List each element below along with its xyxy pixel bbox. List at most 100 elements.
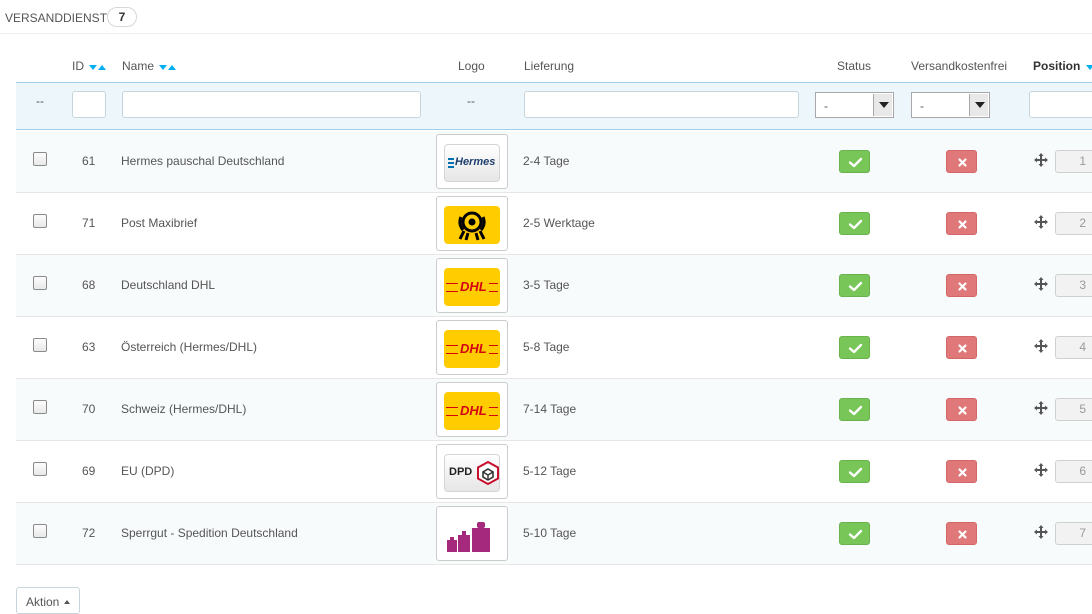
row-id: 68 [82, 278, 96, 292]
dpd-logo: DPD [444, 454, 500, 492]
drag-handle-icon[interactable] [1034, 215, 1048, 229]
column-logo: Logo [458, 59, 485, 73]
count-badge: 7 [107, 7, 137, 27]
free-shipping-disabled-button[interactable] [946, 398, 977, 421]
status-enabled-button[interactable] [839, 336, 870, 359]
cross-icon [947, 468, 978, 487]
row-id: 72 [82, 526, 96, 540]
caret-up-icon [64, 600, 70, 604]
table-row: 61 Hermes pauschal Deutschland Hermes 2-4 T… [16, 131, 1092, 193]
column-name-label: Name [122, 59, 155, 73]
row-name[interactable]: Sperrgut - Spedition Deutschland [121, 526, 298, 540]
drag-handle-icon[interactable] [1034, 339, 1048, 353]
row-name[interactable]: Schweiz (Hermes/DHL) [121, 402, 246, 416]
row-checkbox[interactable] [33, 400, 47, 414]
weights-icon [444, 516, 500, 554]
column-position[interactable]: Position [1033, 59, 1092, 74]
column-id[interactable]: ID [72, 59, 107, 74]
column-name[interactable]: Name [122, 59, 177, 74]
carrier-logo: DHL [436, 382, 508, 437]
status-filter-value: - [824, 99, 828, 113]
sort-desc-icon[interactable] [89, 65, 98, 71]
table-row: 70 Schweiz (Hermes/DHL) DHL 7-14 Tage 5 [16, 379, 1092, 441]
row-checkbox[interactable] [33, 152, 47, 166]
column-status: Status [837, 59, 872, 73]
status-enabled-button[interactable] [839, 274, 870, 297]
id-filter-input[interactable] [72, 91, 106, 118]
drag-handle-icon[interactable] [1034, 401, 1048, 415]
row-delivery: 5-12 Tage [523, 464, 577, 478]
dhl-logo-text: DHL [458, 279, 489, 294]
free-shipping-disabled-button[interactable] [946, 274, 977, 297]
row-checkbox[interactable] [33, 276, 47, 290]
chevron-down-icon[interactable] [873, 94, 892, 116]
dpd-logo-text: DPD [449, 466, 473, 478]
sort-desc-icon[interactable] [159, 65, 168, 71]
position-value: 1 [1055, 150, 1092, 173]
deutsche-post-horn-logo [444, 206, 500, 244]
row-name[interactable]: Post Maxibrief [121, 216, 197, 230]
row-checkbox[interactable] [33, 462, 47, 476]
row-id: 70 [82, 402, 96, 416]
row-checkbox[interactable] [33, 524, 47, 538]
hermes-logo: Hermes [444, 144, 500, 182]
row-delivery: 7-14 Tage [523, 402, 577, 416]
row-id: 61 [82, 154, 96, 168]
status-enabled-button[interactable] [839, 150, 870, 173]
free-shipping-disabled-button[interactable] [946, 212, 977, 235]
dhl-logo: DHL [444, 268, 500, 306]
carrier-logo [436, 196, 508, 251]
filter-row: -- -- - - [16, 82, 1092, 130]
sort-icons[interactable] [159, 60, 177, 74]
free-shipping-disabled-button[interactable] [946, 460, 977, 483]
carrier-logo [436, 506, 508, 561]
table-header: ID Name Logo Lieferung Status Versandkos… [16, 51, 1092, 81]
row-id: 63 [82, 340, 96, 354]
status-enabled-button[interactable] [839, 522, 870, 545]
cross-icon [947, 158, 978, 177]
drag-handle-icon[interactable] [1034, 153, 1048, 167]
name-filter-input[interactable] [122, 91, 421, 118]
row-id: 69 [82, 464, 96, 478]
cross-icon [947, 406, 978, 425]
table-row: 72 Sperrgut - Spedition Deutschland 5-10 T… [16, 503, 1092, 565]
carrier-logo: DHL [436, 320, 508, 375]
row-checkbox[interactable] [33, 214, 47, 228]
table-row: 63 Österreich (Hermes/DHL) DHL 5-8 Tage 4 [16, 317, 1092, 379]
chevron-down-icon[interactable] [969, 94, 988, 116]
bulk-action-button[interactable]: Aktion [16, 587, 80, 614]
drag-handle-icon[interactable] [1034, 277, 1048, 291]
free-shipping-disabled-button[interactable] [946, 150, 977, 173]
status-filter-select[interactable]: - [815, 92, 894, 118]
free-shipping-disabled-button[interactable] [946, 336, 977, 359]
sort-icons[interactable] [89, 60, 107, 74]
status-enabled-button[interactable] [839, 212, 870, 235]
column-free-shipping: Versandkostenfrei [911, 59, 1008, 73]
table-row: 69 EU (DPD) DPD 5-12 Tage 6 [16, 441, 1092, 503]
row-name[interactable]: EU (DPD) [121, 464, 174, 478]
delivery-filter-input[interactable] [524, 91, 799, 118]
column-delivery: Lieferung [524, 59, 575, 73]
check-icon [840, 467, 871, 487]
drag-handle-icon[interactable] [1034, 463, 1048, 477]
position-filter-input[interactable] [1029, 91, 1092, 118]
bulk-action-label: Aktion [26, 595, 60, 609]
free-shipping-filter-select[interactable]: - [911, 92, 990, 118]
free-shipping-filter-value: - [920, 99, 924, 113]
row-name[interactable]: Österreich (Hermes/DHL) [121, 340, 257, 354]
row-name[interactable]: Hermes pauschal Deutschland [121, 154, 284, 168]
row-name[interactable]: Deutschland DHL [121, 278, 215, 292]
row-checkbox[interactable] [33, 338, 47, 352]
free-shipping-disabled-button[interactable] [946, 522, 977, 545]
position-value: 5 [1055, 398, 1092, 421]
sort-asc-icon[interactable] [168, 65, 177, 71]
sort-desc-icon[interactable] [1085, 65, 1092, 71]
status-enabled-button[interactable] [839, 398, 870, 421]
status-enabled-button[interactable] [839, 460, 870, 483]
sort-asc-icon[interactable] [98, 65, 107, 71]
check-icon [840, 157, 871, 177]
checkbox-filter-placeholder: -- [36, 94, 44, 108]
sort-icons[interactable] [1085, 60, 1092, 74]
check-icon [840, 529, 871, 549]
drag-handle-icon[interactable] [1034, 525, 1048, 539]
